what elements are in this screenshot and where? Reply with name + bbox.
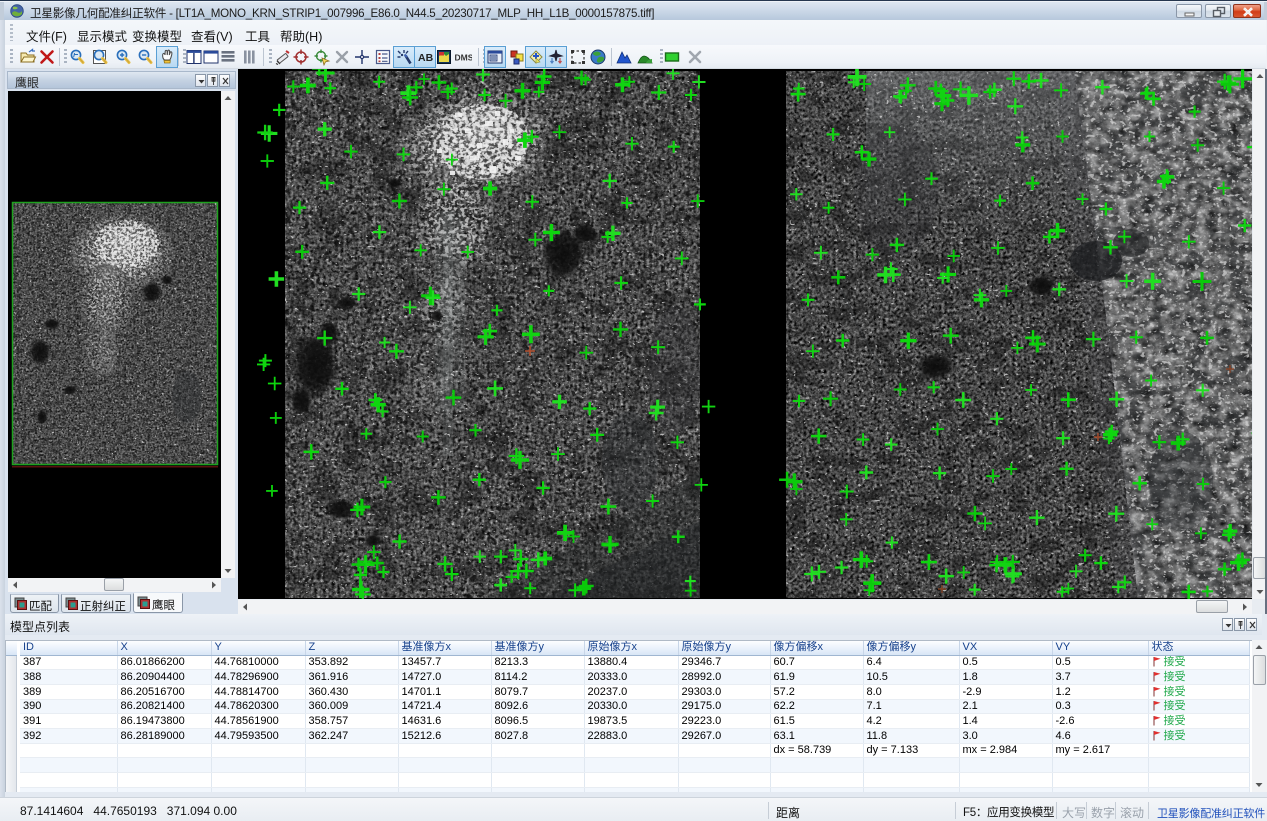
- svg-text:AB: AB: [418, 52, 434, 64]
- svg-text:DMS: DMS: [455, 53, 473, 63]
